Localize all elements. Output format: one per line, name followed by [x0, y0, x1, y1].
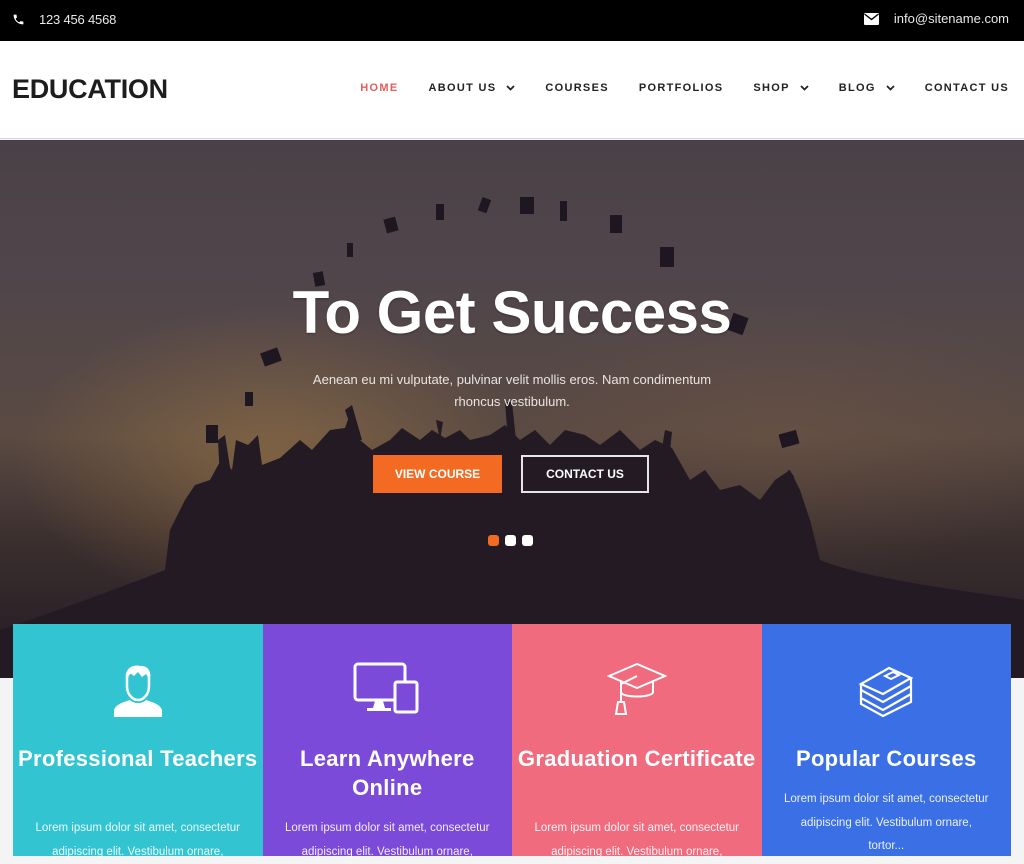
feature-description: Lorem ipsum dolor sit amet, consectetur …: [534, 822, 740, 858]
nav-label: BLOG: [838, 82, 876, 94]
hero-subtitle: Aenean eu mi vulputate, pulvinar velit m…: [312, 372, 712, 409]
nav-label: ABOUT US: [428, 82, 497, 94]
features-section: Professional Teachers Lorem ipsum dolor …: [13, 624, 1012, 858]
email-address: info@sitename.com: [893, 11, 1009, 26]
feature-title: Professional Teachers: [18, 746, 258, 771]
envelope-icon: [863, 12, 879, 25]
devices-icon: [263, 662, 513, 724]
hero-title: To Get Success: [292, 279, 732, 346]
feature-title: Graduation Certificate: [517, 746, 756, 771]
slider-dot-2[interactable]: [505, 535, 516, 546]
feature-card-graduation-certificate[interactable]: Graduation Certificate Lorem ipsum dolor…: [512, 624, 762, 858]
nav-item-courses[interactable]: COURSES: [545, 82, 609, 94]
feature-card-popular-courses[interactable]: Popular Courses Lorem ipsum dolor sit am…: [761, 624, 1012, 856]
nav-item-about-us[interactable]: ABOUT US: [429, 82, 516, 94]
feature-description: Lorem ipsum dolor sit amet, consectetur …: [35, 822, 241, 858]
phone-contact[interactable]: 123 456 4568: [12, 12, 116, 27]
phone-number: 123 456 4568: [39, 12, 117, 27]
nav-item-contact-us[interactable]: CONTACT US: [925, 82, 1009, 94]
chevron-down-icon: [886, 82, 895, 94]
chevron-down-icon: [800, 82, 809, 94]
feature-description: Lorem ipsum dolor sit amet, consectetur …: [783, 793, 989, 852]
top-bar: 123 456 4568 info@sitename.com: [0, 0, 1024, 41]
view-course-button[interactable]: VIEW COURSE: [373, 455, 502, 493]
nav-item-blog[interactable]: BLOG: [839, 82, 895, 94]
feature-title: Popular Courses: [795, 746, 977, 771]
teacher-icon: [13, 662, 263, 724]
nav-label: SHOP: [753, 82, 790, 94]
slider-dot-1[interactable]: [488, 535, 499, 546]
phone-icon: [12, 13, 25, 26]
nav-label: CONTACT US: [924, 82, 1009, 94]
feature-card-professional-teachers[interactable]: Professional Teachers Lorem ipsum dolor …: [13, 624, 263, 858]
graduation-cap-icon: [512, 662, 762, 724]
chevron-down-icon: [506, 82, 515, 94]
books-icon: [762, 662, 1012, 724]
nav-label: COURSES: [545, 82, 609, 94]
nav-item-home[interactable]: HOME: [360, 82, 398, 94]
contact-us-button[interactable]: CONTACT US: [521, 455, 649, 493]
feature-card-learn-anywhere-online[interactable]: Learn Anywhere Online Lorem ipsum dolor …: [262, 624, 513, 858]
site-header: EDUCATION HOME ABOUT US COURSES PORTFOLI…: [0, 41, 1024, 139]
main-nav: HOME ABOUT US COURSES PORTFOLIOS SHOP BL…: [360, 82, 1009, 94]
feature-title: Learn Anywhere Online: [299, 746, 475, 800]
slider-pagination: [488, 535, 539, 546]
email-contact[interactable]: info@sitename.com: [863, 11, 1009, 26]
nav-label: PORTFOLIOS: [638, 82, 724, 94]
slider-dot-3[interactable]: [522, 535, 533, 546]
nav-label: HOME: [360, 82, 399, 94]
nav-item-shop[interactable]: SHOP: [753, 82, 809, 94]
hero-slider: To Get Success Aenean eu mi vulputate, p…: [0, 140, 1024, 678]
feature-description: Lorem ipsum dolor sit amet, consectetur …: [284, 822, 490, 858]
nav-item-portfolios[interactable]: PORTFOLIOS: [639, 82, 724, 94]
site-logo[interactable]: EDUCATION: [12, 74, 168, 105]
